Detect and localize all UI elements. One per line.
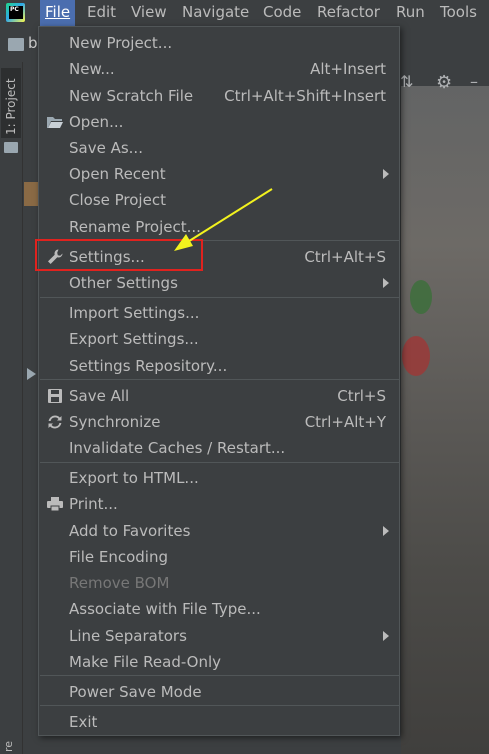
annotation-arrow-icon	[174, 188, 273, 251]
